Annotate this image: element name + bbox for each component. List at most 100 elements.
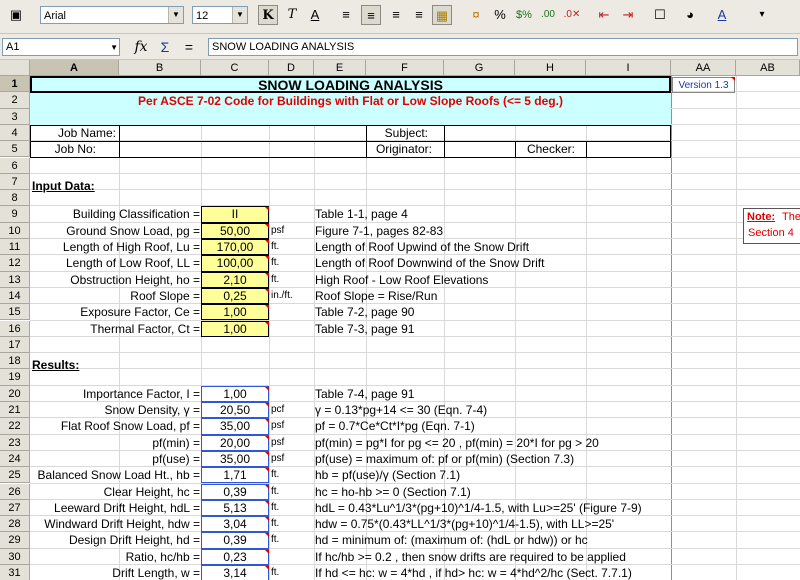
toolbar-overflow-icon[interactable]: ▾ (752, 5, 772, 25)
row-header[interactable]: 6 (0, 157, 30, 174)
value-cell[interactable]: 20,00 (201, 434, 269, 451)
function-wizard-icon[interactable]: fx (132, 38, 150, 56)
value-cell[interactable]: 5,13 (201, 499, 269, 517)
value-cell[interactable]: 20,50 (201, 402, 269, 419)
column-header[interactable]: E (314, 60, 366, 76)
page-subtitle: Per ASCE 7-02 Code for Buildings with Fl… (138, 94, 563, 108)
page-title[interactable]: SNOW LOADING ANALYSIS (30, 76, 671, 93)
value-cell[interactable]: 0,39 (201, 483, 269, 500)
decrease-indent-icon[interactable]: ⇤ (594, 5, 614, 25)
column-header[interactable]: I (586, 60, 671, 76)
column-header[interactable]: H (515, 60, 586, 76)
row-header[interactable]: 26 (0, 483, 30, 500)
value-cell[interactable]: 3,14 (201, 565, 269, 580)
row-header[interactable]: 28 (0, 516, 30, 533)
column-header[interactable]: C (201, 60, 269, 76)
value-cell[interactable]: 0,39 (201, 532, 269, 549)
value-cell[interactable]: 35,00 (201, 418, 269, 435)
row-header[interactable]: 19 (0, 369, 30, 386)
value-cell[interactable]: 170,00 (201, 239, 269, 256)
equals-icon[interactable]: = (180, 38, 198, 56)
value-cell[interactable]: 1,00 (201, 385, 269, 402)
bold-button[interactable]: K (258, 5, 278, 25)
font-color-icon[interactable]: A (712, 5, 732, 25)
align-center-icon[interactable]: ≡ (361, 5, 381, 25)
column-header[interactable]: A (30, 60, 119, 76)
row-header[interactable]: 31 (0, 565, 30, 580)
row-header[interactable]: 2 (0, 92, 30, 109)
value-cell[interactable]: 50,00 (201, 222, 269, 239)
row-header[interactable]: 12 (0, 255, 30, 272)
row-header[interactable]: 24 (0, 450, 30, 468)
value-cell[interactable]: 100,00 (201, 255, 269, 272)
font-name-select[interactable]: Arial ▼ (40, 6, 184, 24)
row-header[interactable]: 8 (0, 190, 30, 207)
justify-icon[interactable]: ≡ (409, 5, 429, 25)
currency-icon[interactable]: ¤ (466, 5, 486, 25)
row-header[interactable]: 16 (0, 320, 30, 337)
row-header[interactable]: 29 (0, 532, 30, 549)
column-header[interactable]: D (269, 60, 314, 76)
row-header[interactable]: 5 (0, 141, 30, 158)
percent-icon[interactable]: % (490, 5, 510, 25)
font-size-select[interactable]: 12 ▼ (192, 6, 248, 24)
column-header[interactable]: AB (736, 60, 800, 76)
reference-text: Length of Roof Upwind of the Snow Drift (315, 240, 530, 254)
row-header[interactable]: 4 (0, 124, 30, 142)
column-header[interactable]: G (444, 60, 515, 76)
reference-text: Roof Slope = Rise/Run (315, 288, 438, 303)
row-header[interactable]: 15 (0, 304, 30, 321)
value-cell[interactable]: 3,04 (201, 516, 269, 533)
row-header[interactable]: 11 (0, 239, 30, 256)
row-header[interactable]: 13 (0, 271, 30, 288)
sum-icon[interactable]: Σ (156, 38, 174, 56)
row-header[interactable]: 1 (0, 76, 30, 93)
column-header[interactable]: B (119, 60, 201, 76)
value-cell[interactable]: 35,00 (201, 450, 269, 468)
row-header[interactable]: 25 (0, 467, 30, 484)
row-header[interactable]: 7 (0, 173, 30, 191)
value-cell[interactable]: 1,00 (201, 304, 269, 321)
row-header[interactable]: 22 (0, 418, 30, 435)
row-header[interactable]: 30 (0, 548, 30, 565)
styles-icon[interactable]: ▣ (6, 5, 26, 25)
italic-button[interactable]: T (282, 5, 302, 25)
standard-format-icon[interactable]: $% (514, 5, 534, 25)
column-header[interactable]: AA (671, 60, 736, 76)
background-color-icon[interactable]: ◕ (680, 5, 700, 25)
field-label: pf(min) = (152, 435, 200, 450)
row-header[interactable]: 10 (0, 222, 30, 239)
value-cell[interactable]: 1,00 (201, 320, 269, 337)
unit-label: ft. (271, 257, 280, 269)
name-box[interactable]: A1 ▼ (2, 38, 120, 56)
align-left-icon[interactable]: ≡ (336, 5, 356, 25)
row-header[interactable]: 20 (0, 385, 30, 402)
row-header[interactable]: 18 (0, 353, 30, 370)
increase-indent-icon[interactable]: ⇥ (618, 5, 638, 25)
align-right-icon[interactable]: ≡ (386, 5, 406, 25)
value-cell[interactable]: 2,10 (201, 271, 269, 288)
borders-icon[interactable]: ☐ (650, 5, 670, 25)
underline-button[interactable]: A (305, 5, 325, 25)
value-cell[interactable]: 0,23 (201, 548, 269, 565)
row-header[interactable]: 9 (0, 206, 30, 223)
column-header[interactable]: F (366, 60, 444, 76)
row-header[interactable]: 3 (0, 108, 30, 125)
row-header[interactable]: 23 (0, 434, 30, 451)
field-label: Windward Drift Height, hdw = (44, 517, 200, 532)
formula-input[interactable]: SNOW LOADING ANALYSIS (208, 38, 798, 56)
value-cell[interactable]: 1,71 (201, 467, 269, 484)
value-cell[interactable]: II (201, 206, 269, 223)
row-header[interactable]: 27 (0, 499, 30, 517)
field-label: Drift Length, w = (112, 566, 200, 580)
row-header[interactable]: 21 (0, 402, 30, 419)
note-comment: Note: The Section 4 (743, 208, 800, 244)
add-decimal-icon[interactable]: .00 (538, 5, 558, 25)
row-header[interactable]: 14 (0, 287, 30, 305)
delete-decimal-icon[interactable]: .0✕ (562, 5, 582, 25)
unit-label: in./ft. (271, 289, 293, 301)
merge-cells-icon[interactable]: ▦ (432, 5, 452, 25)
value-cell[interactable]: 0,25 (201, 287, 269, 305)
row-header[interactable]: 17 (0, 336, 30, 354)
select-all-corner[interactable] (0, 60, 30, 76)
